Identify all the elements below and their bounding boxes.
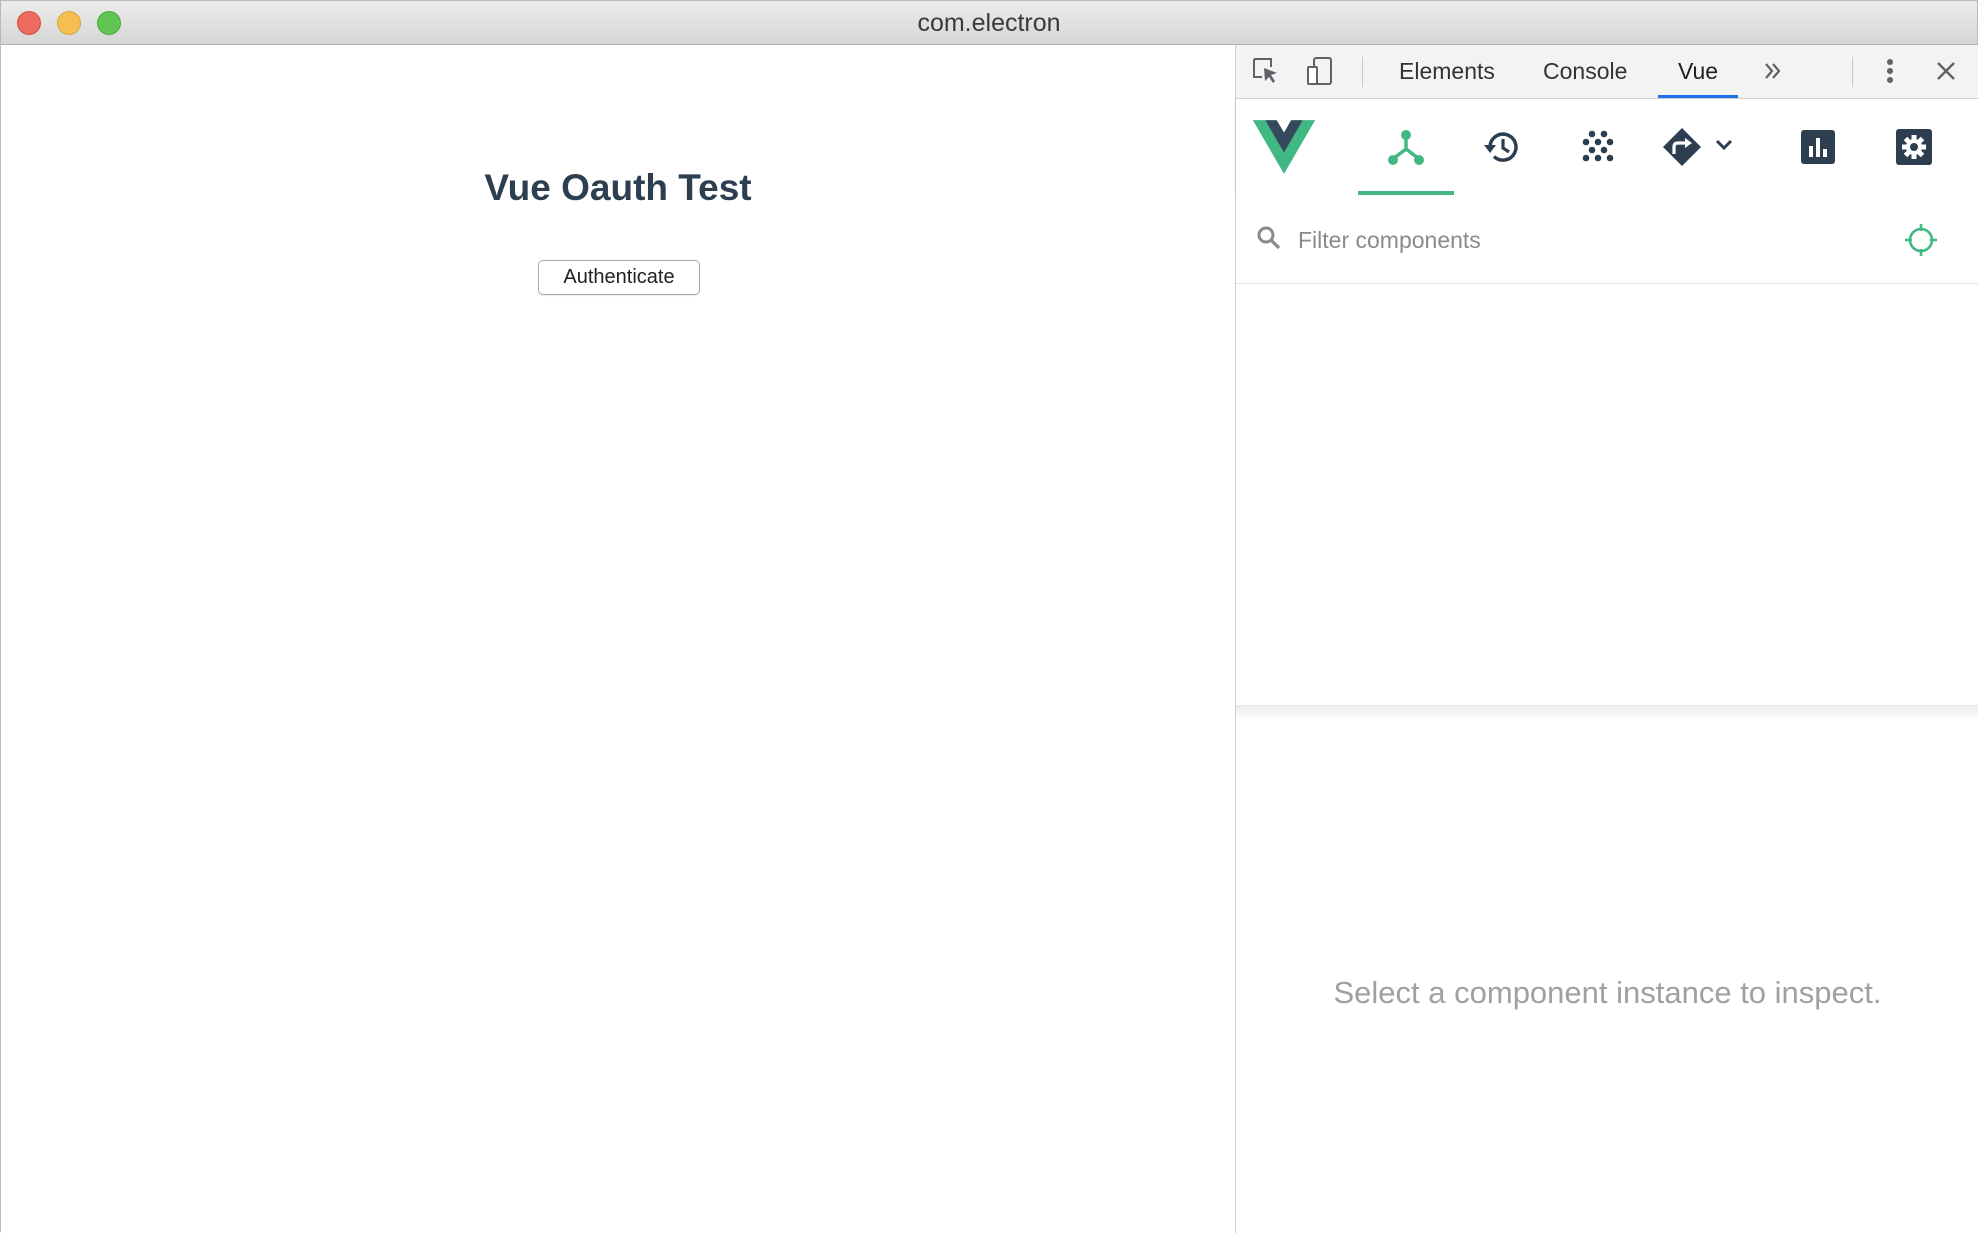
devtools-tab-bar: Elements Console Vue bbox=[1236, 45, 1978, 99]
components-tab-icon[interactable] bbox=[1358, 99, 1454, 195]
window-title: com.electron bbox=[917, 9, 1061, 37]
devtools-panel: Elements Console Vue Filter components S… bbox=[1235, 45, 1978, 1233]
inspector-empty-message: Select a component instance to inspect. bbox=[1333, 975, 1882, 1010]
search-icon bbox=[1256, 225, 1282, 256]
device-toolbar-icon[interactable] bbox=[1302, 53, 1338, 89]
vue-logo-icon bbox=[1236, 99, 1332, 195]
filter-components-input[interactable] bbox=[1296, 217, 1860, 263]
kebab-menu-icon[interactable] bbox=[1872, 53, 1908, 89]
history-icon[interactable] bbox=[1454, 99, 1550, 195]
toolbar-divider bbox=[1852, 57, 1853, 87]
tab-console[interactable]: Console bbox=[1523, 45, 1647, 98]
vue-toolbar bbox=[1236, 99, 1978, 195]
close-icon[interactable] bbox=[1928, 53, 1964, 89]
tab-vue[interactable]: Vue bbox=[1658, 45, 1739, 98]
tab-elements[interactable]: Elements bbox=[1379, 45, 1515, 98]
inspect-element-icon[interactable] bbox=[1248, 53, 1284, 89]
title-bar: com.electron bbox=[1, 1, 1977, 45]
authenticate-button[interactable]: Authenticate bbox=[538, 260, 700, 295]
component-inspector: Select a component instance to inspect. bbox=[1236, 719, 1978, 1233]
performance-chart-icon[interactable] bbox=[1770, 99, 1866, 195]
routing-dropdown-icon[interactable] bbox=[1646, 99, 1754, 195]
select-component-target-icon[interactable] bbox=[1904, 223, 1938, 262]
filter-bar bbox=[1236, 195, 1978, 284]
settings-gear-icon[interactable] bbox=[1866, 99, 1962, 195]
pane-splitter[interactable] bbox=[1236, 705, 1978, 720]
vuex-dots-icon[interactable] bbox=[1550, 99, 1646, 195]
app-window: com.electron Vue Oauth Test Authenticate bbox=[0, 0, 1978, 1233]
page-title: Vue Oauth Test bbox=[484, 167, 752, 208]
toolbar-divider bbox=[1362, 57, 1363, 87]
app-page: Vue Oauth Test Authenticate bbox=[1, 45, 1235, 1233]
more-tabs-icon[interactable] bbox=[1755, 53, 1791, 89]
component-tree bbox=[1236, 284, 1978, 704]
